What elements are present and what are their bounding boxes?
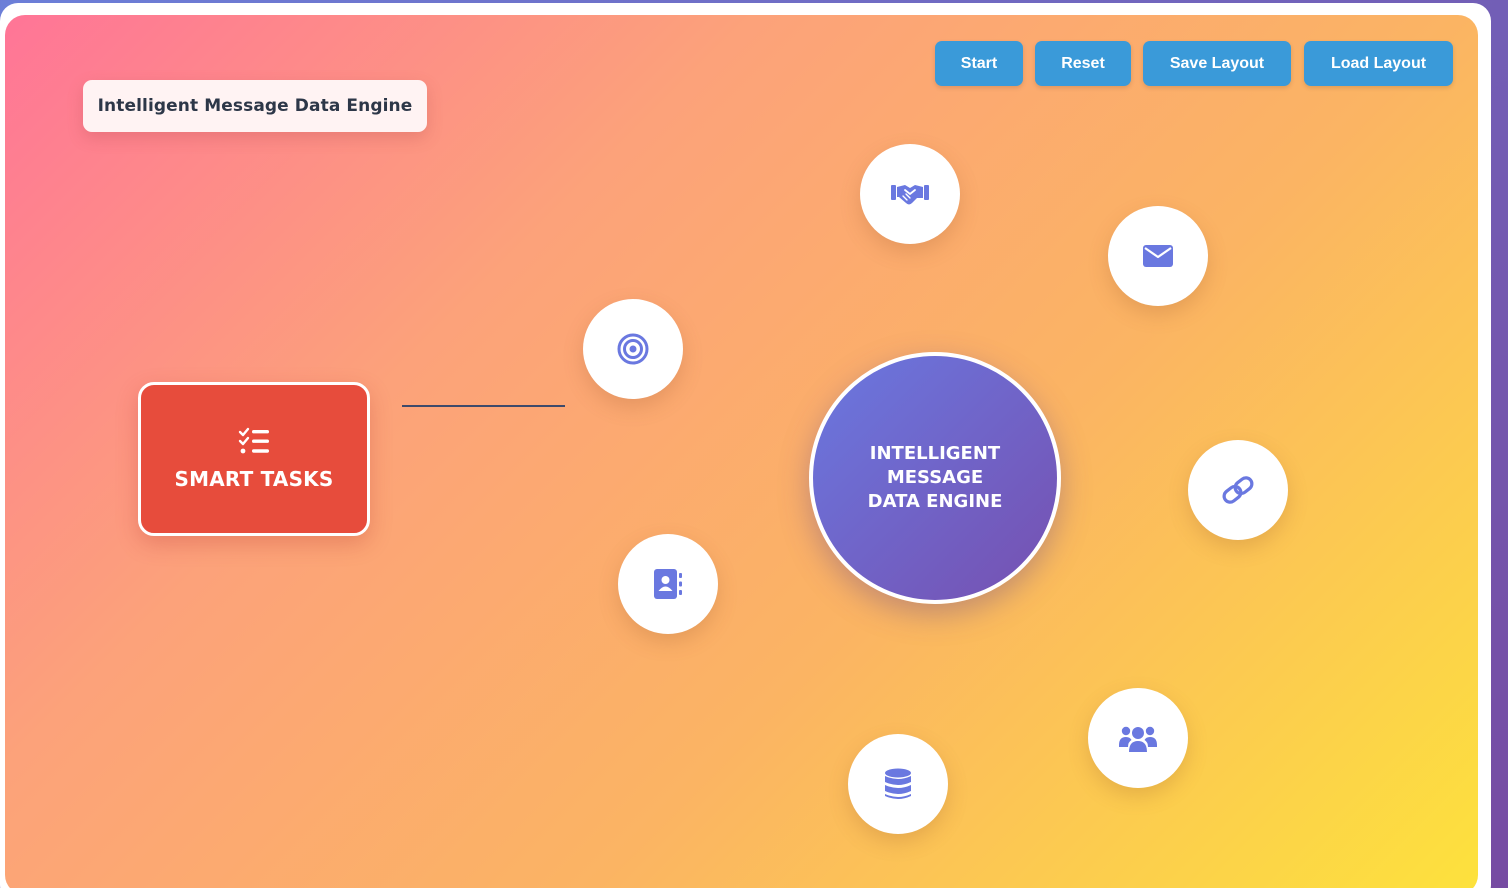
database-node[interactable] — [848, 734, 948, 834]
toolbar: Start Reset Save Layout Load Layout — [5, 41, 1478, 86]
users-icon — [1118, 723, 1158, 753]
link-node[interactable] — [1188, 440, 1288, 540]
connector-line — [402, 405, 565, 407]
handshake-icon — [890, 181, 930, 207]
task-list-icon — [238, 427, 270, 455]
start-button[interactable]: Start — [935, 41, 1023, 86]
page-title: Intelligent Message Data Engine — [83, 80, 427, 132]
smart-tasks-node[interactable]: SMART TASKS — [138, 382, 370, 536]
users-node[interactable] — [1088, 688, 1188, 788]
handshake-node[interactable] — [860, 144, 960, 244]
central-engine-label: INTELLIGENT MESSAGE DATA ENGINE — [867, 443, 1003, 512]
database-icon — [884, 768, 912, 800]
envelope-icon — [1142, 244, 1174, 268]
save-layout-button[interactable]: Save Layout — [1143, 41, 1291, 86]
mail-node[interactable] — [1108, 206, 1208, 306]
contact-node[interactable] — [618, 534, 718, 634]
target-node[interactable] — [583, 299, 683, 399]
link-icon — [1220, 475, 1256, 505]
target-icon — [617, 333, 649, 365]
central-engine-node[interactable]: INTELLIGENT MESSAGE DATA ENGINE — [809, 352, 1061, 604]
mindmap-canvas[interactable]: Intelligent Message Data Engine Start Re… — [5, 15, 1478, 888]
smart-tasks-label: SMART TASKS — [174, 467, 334, 491]
contact-book-icon — [653, 568, 683, 600]
reset-button[interactable]: Reset — [1035, 41, 1131, 86]
load-layout-button[interactable]: Load Layout — [1304, 41, 1453, 86]
